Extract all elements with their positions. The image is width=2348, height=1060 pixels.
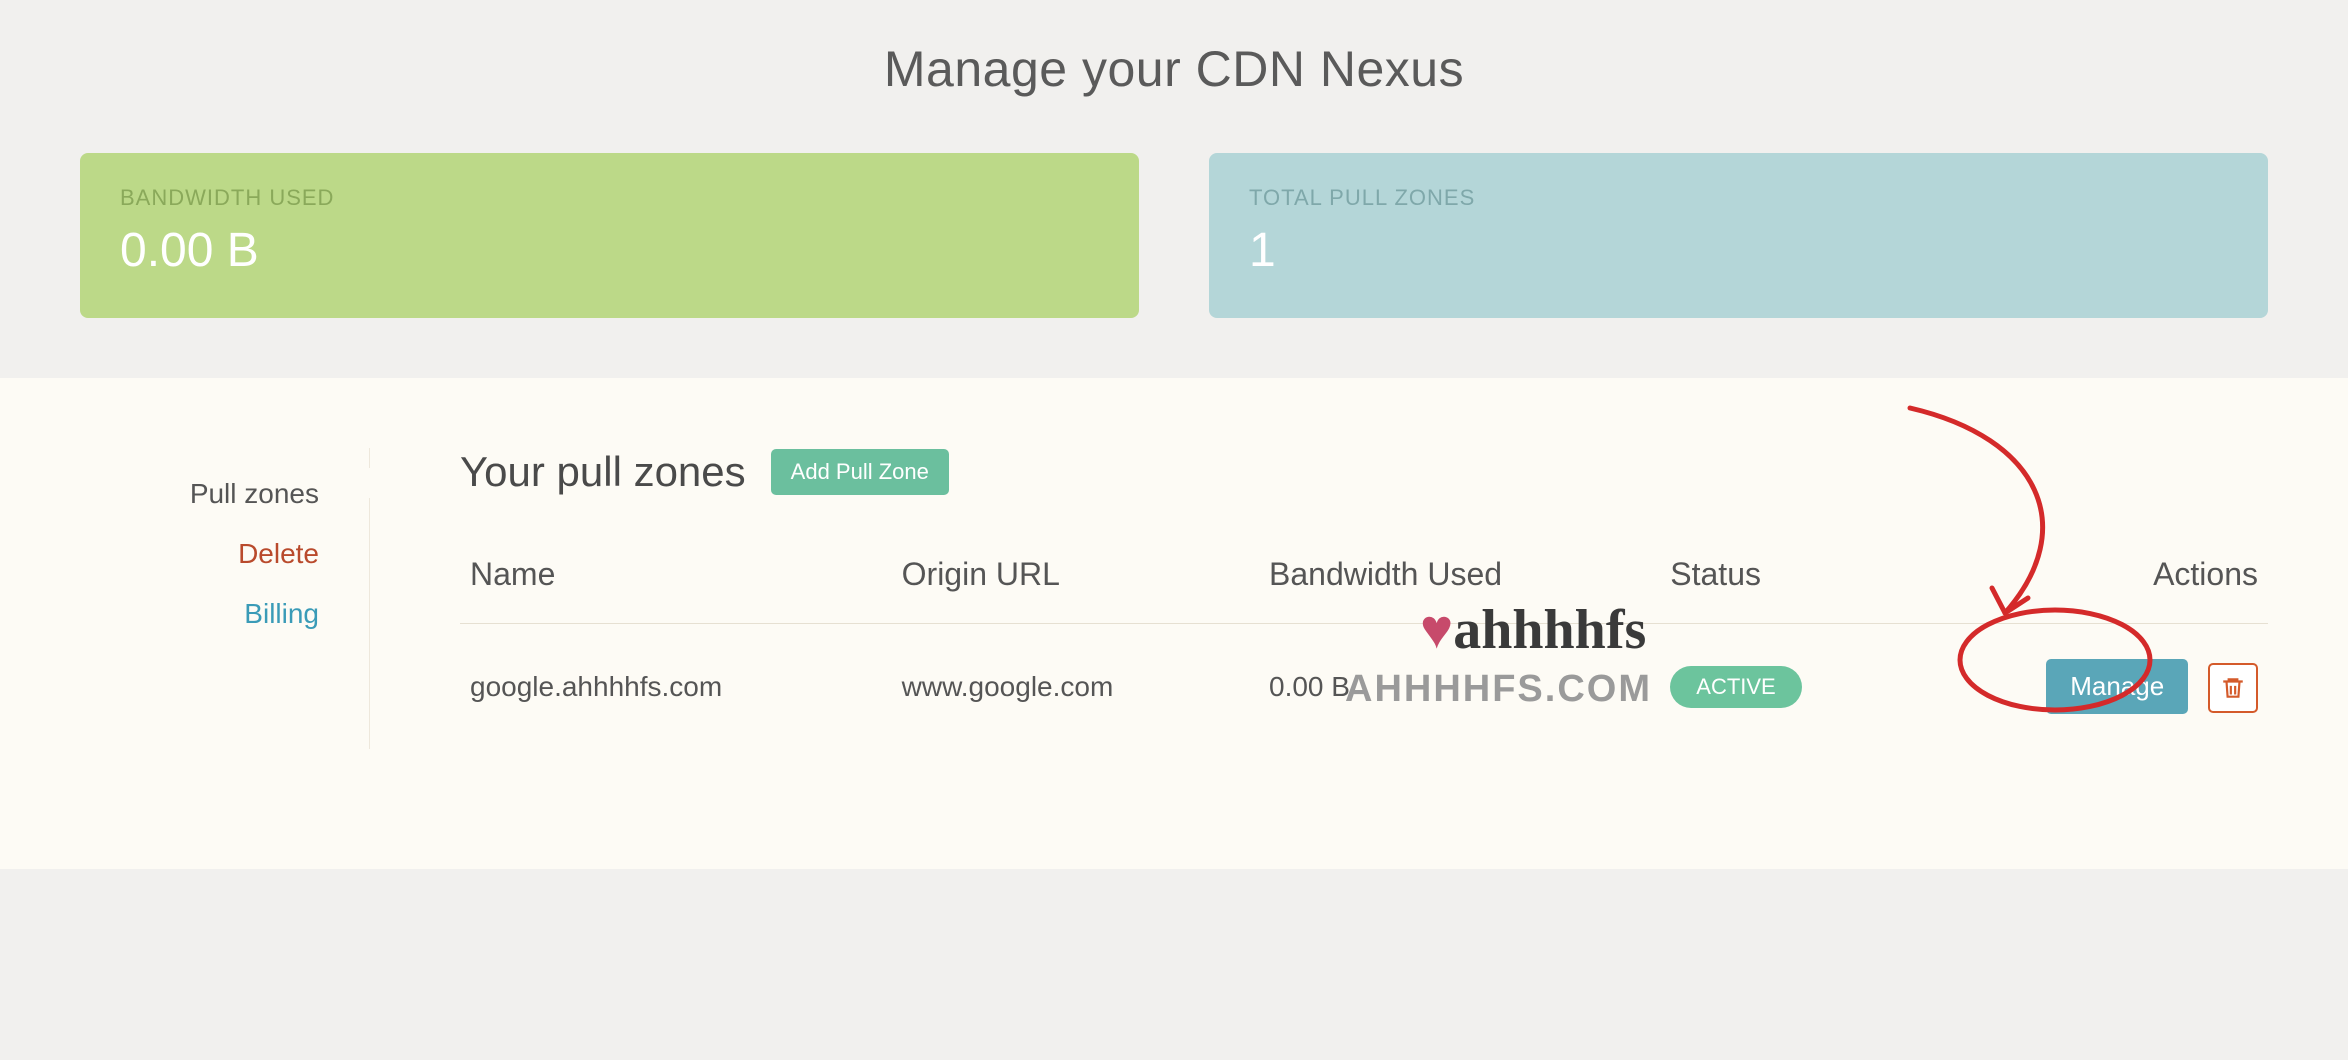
col-status: Status [1660, 536, 1900, 624]
pull-zones-title: Your pull zones [460, 448, 746, 496]
nav-billing[interactable]: Billing [80, 598, 319, 630]
table-row: google.ahhhhfs.com www.google.com 0.00 B… [460, 624, 2268, 750]
stats-row: BANDWIDTH USED 0.00 B TOTAL PULL ZONES 1 [80, 153, 2268, 318]
total-pull-zones-label: TOTAL PULL ZONES [1249, 185, 2228, 211]
add-pull-zone-button[interactable]: Add Pull Zone [771, 449, 949, 495]
total-pull-zones-card: TOTAL PULL ZONES 1 [1209, 153, 2268, 318]
pull-zones-table: Name Origin URL Bandwidth Used Status Ac… [460, 536, 2268, 749]
manage-button[interactable]: Manage [2046, 659, 2188, 714]
cell-bandwidth: 0.00 B [1259, 624, 1660, 750]
bandwidth-used-value: 0.00 B [120, 223, 1099, 278]
side-nav: Pull zones Delete Billing [80, 448, 370, 749]
trash-icon [2220, 675, 2246, 701]
cell-actions: Manage [1900, 624, 2268, 750]
nav-delete[interactable]: Delete [80, 538, 319, 570]
cell-status: ACTIVE [1660, 624, 1900, 750]
col-bandwidth: Bandwidth Used [1259, 536, 1660, 624]
cell-name: google.ahhhhfs.com [460, 624, 892, 750]
nav-pull-zones[interactable]: Pull zones [80, 478, 319, 510]
delete-button[interactable] [2208, 663, 2258, 713]
col-actions: Actions [1900, 536, 2268, 624]
total-pull-zones-value: 1 [1249, 223, 2228, 278]
status-badge: ACTIVE [1670, 666, 1801, 708]
page-title: Manage your CDN Nexus [80, 40, 2268, 98]
bandwidth-used-label: BANDWIDTH USED [120, 185, 1099, 211]
bandwidth-used-card: BANDWIDTH USED 0.00 B [80, 153, 1139, 318]
col-name: Name [460, 536, 892, 624]
cell-origin: www.google.com [892, 624, 1259, 750]
col-origin: Origin URL [892, 536, 1259, 624]
main-area: Your pull zones Add Pull Zone Name Origi… [370, 448, 2268, 749]
